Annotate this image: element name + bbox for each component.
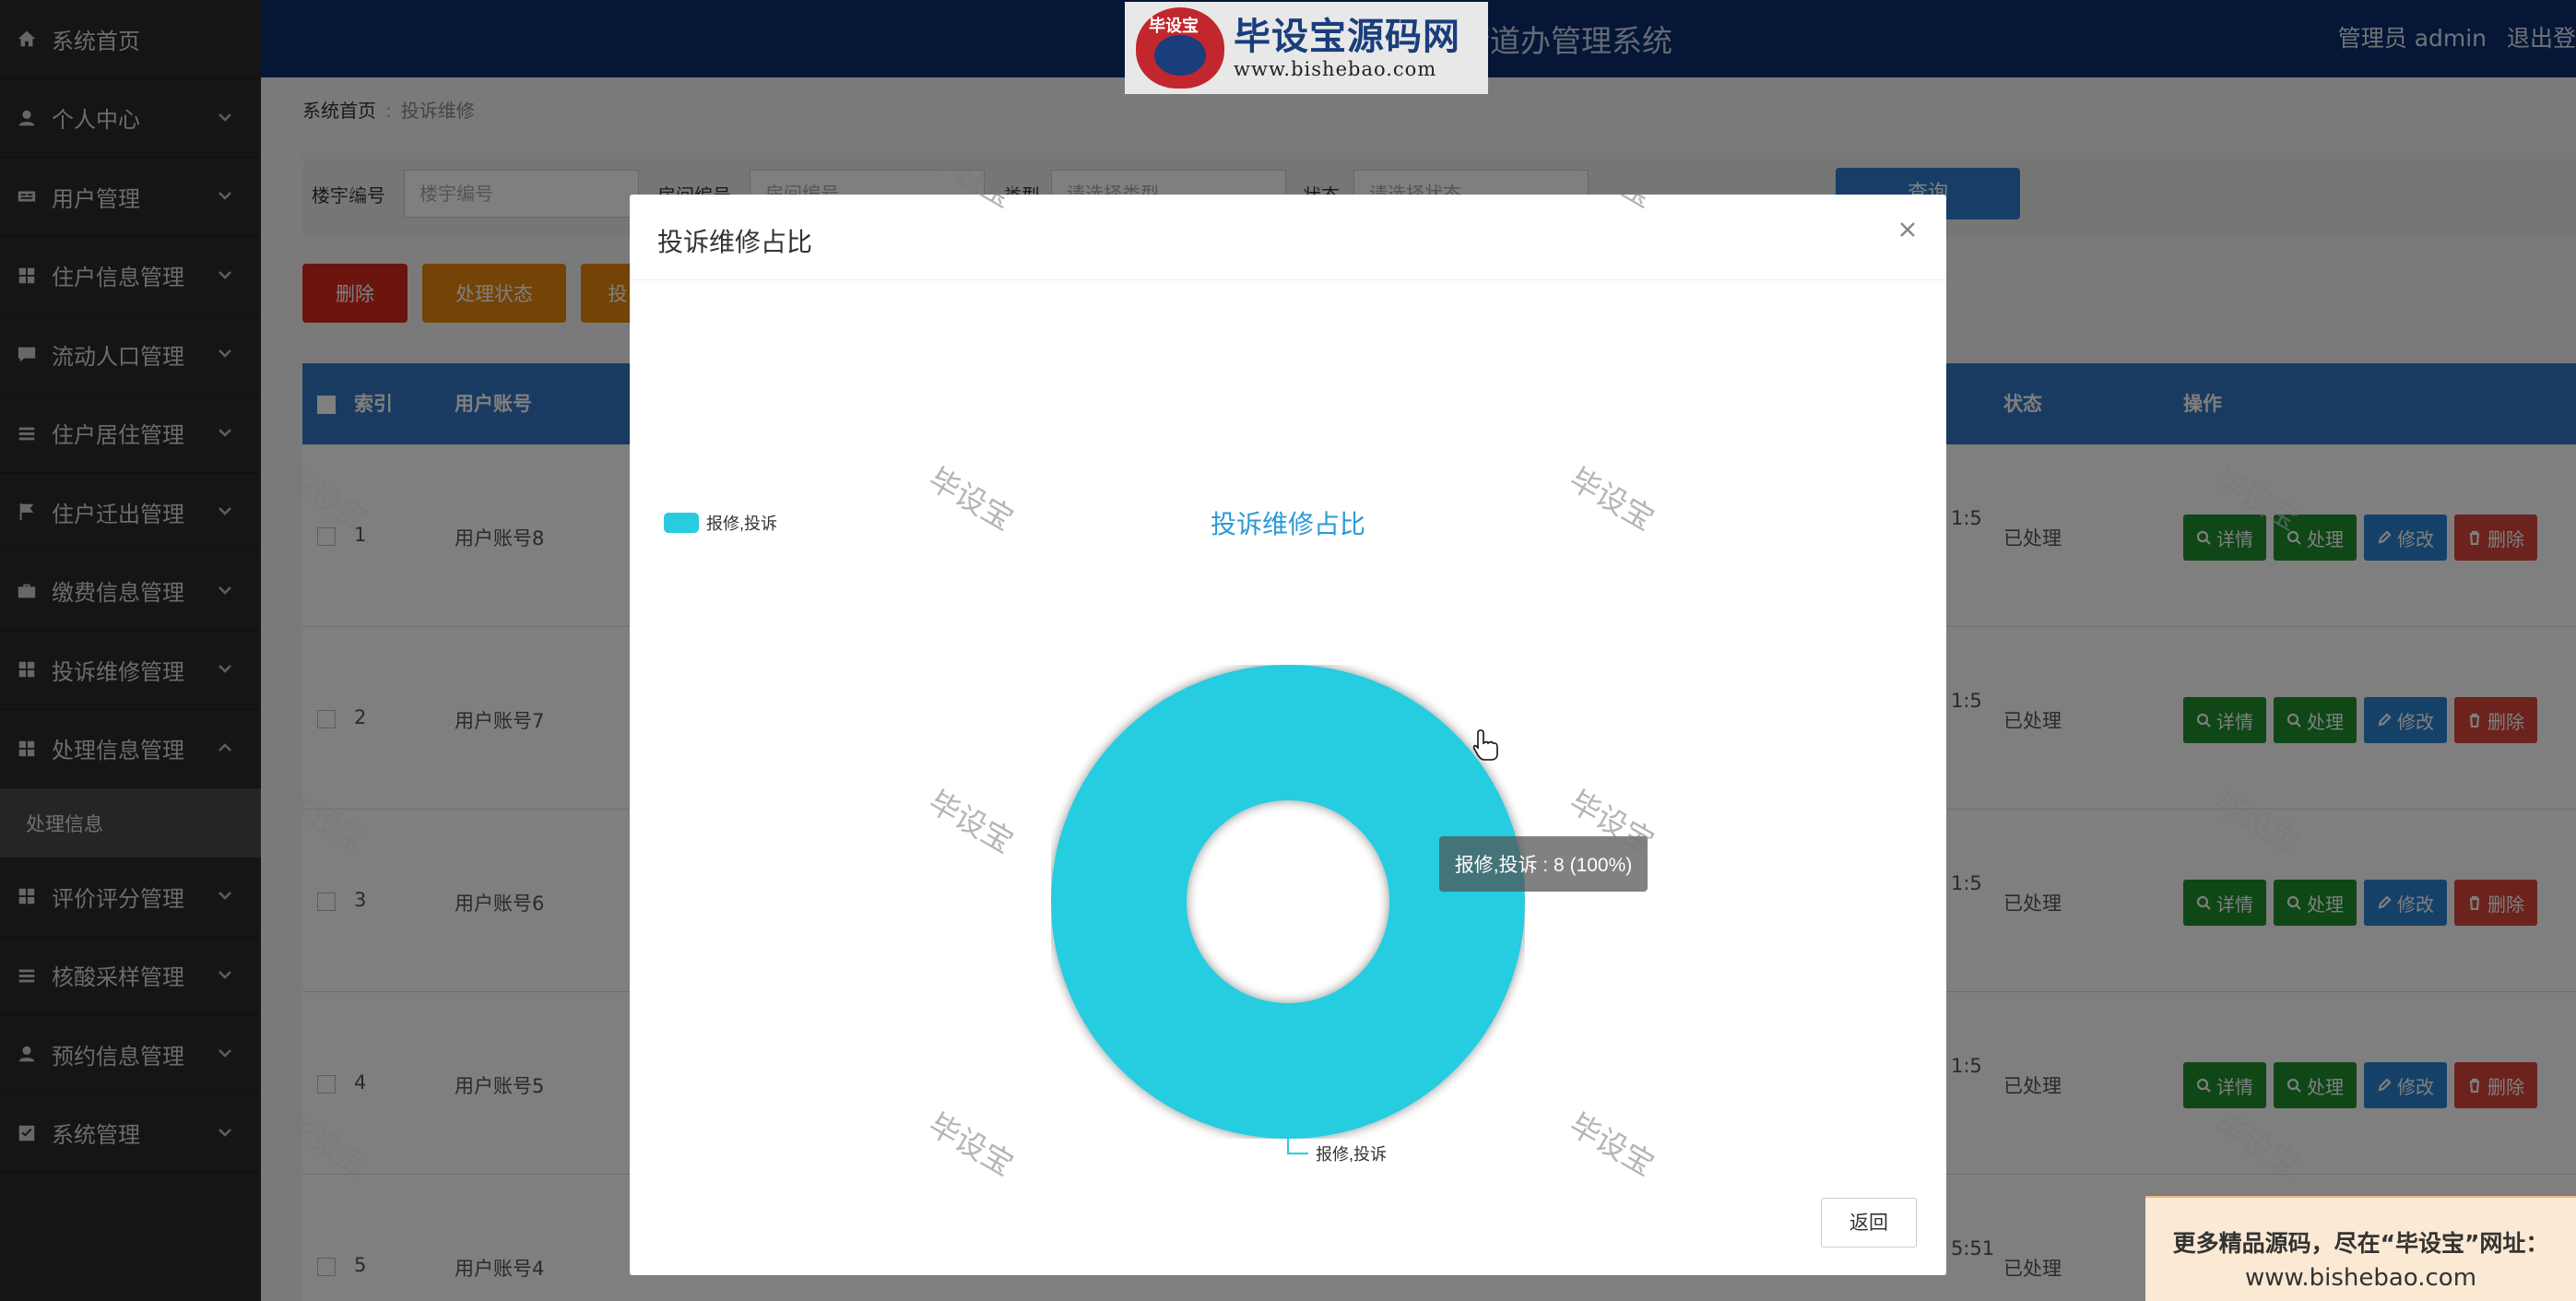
brand-name: 毕设宝源码网 <box>1234 16 1460 58</box>
brand-seal-icon: 毕设宝 <box>1136 7 1224 89</box>
brand-logo: 毕设宝 毕设宝源码网 www.bishebao.com <box>1125 2 1488 94</box>
hand-cursor-icon <box>1472 729 1498 761</box>
promo-url[interactable]: www.bishebao.com <box>2145 1264 2576 1292</box>
modal-divider <box>630 279 1946 280</box>
close-icon[interactable] <box>1897 219 1920 242</box>
chart-title: 投诉维修占比 <box>1211 510 1365 538</box>
chart-modal: 投诉维修占比 投诉维修占比 报修,投诉 报修,投诉 报修,投诉 : 8 (100%) … <box>630 195 1946 1275</box>
legend-label[interactable]: 报修,投诉 <box>706 514 777 533</box>
chart-tooltip-text: 报修,投诉 : 8 (100%) <box>1455 855 1633 876</box>
pie-chart: 投诉维修占比报修,投诉报修,投诉报修,投诉 : 8 (100%) <box>664 510 1648 1164</box>
promo-line-1: 更多精品源码，尽在“毕设宝”网址： <box>2172 1230 2549 1257</box>
brand-url: www.bishebao.com <box>1234 58 1437 80</box>
legend-swatch[interactable] <box>664 513 699 533</box>
slice-label-line <box>1287 1139 1308 1154</box>
pie-slice[interactable] <box>1051 665 1525 1139</box>
modal-title: 投诉维修占比 <box>657 227 813 257</box>
promo-banner: 更多精品源码，尽在“毕设宝”网址： www.bishebao.com <box>2145 1196 2576 1301</box>
return-button[interactable]: 返回 <box>1821 1198 1917 1248</box>
slice-label: 报修,投诉 <box>1316 1145 1387 1164</box>
